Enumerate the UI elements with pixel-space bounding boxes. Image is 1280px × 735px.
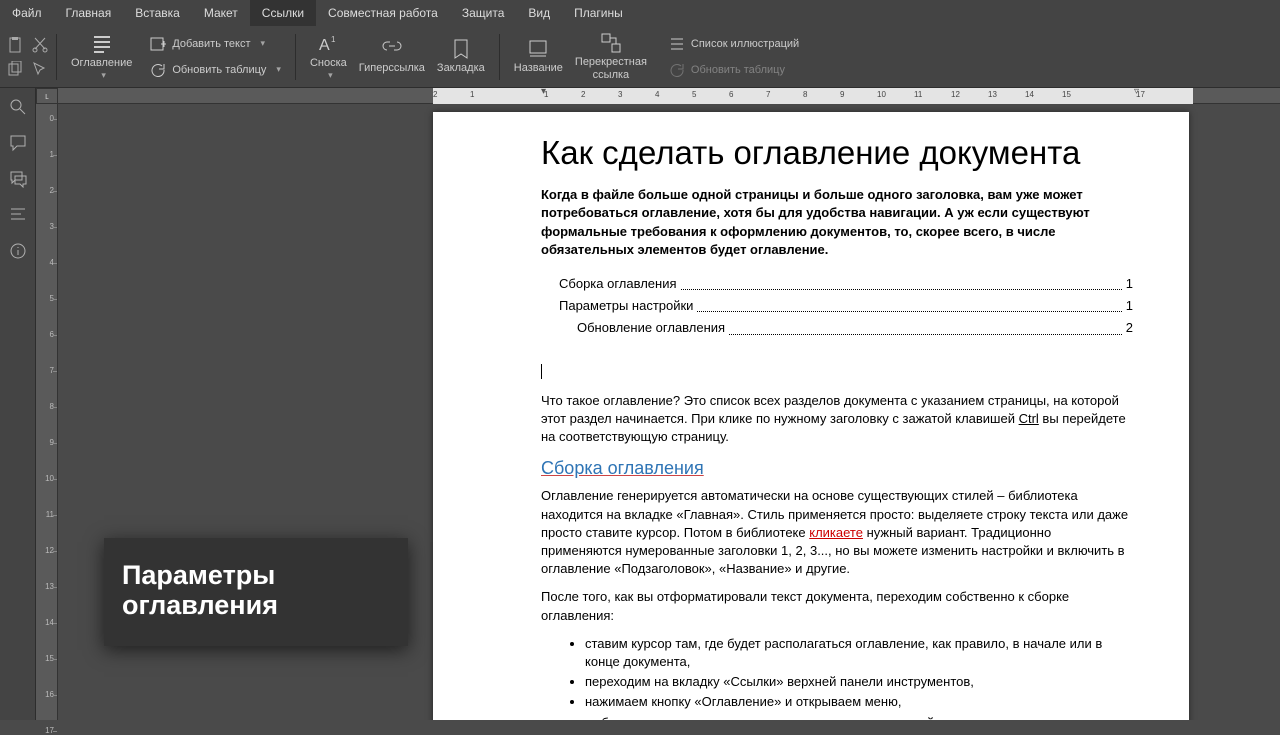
doc-title: Как сделать оглавление документа [541, 130, 1133, 176]
menu-файл[interactable]: Файл [0, 0, 54, 26]
menu-главная[interactable]: Главная [54, 0, 124, 26]
comment-icon[interactable] [9, 134, 27, 152]
menu-совместная работа[interactable]: Совместная работа [316, 0, 450, 26]
toc-entry[interactable]: Параметры настройки 1 [559, 297, 1133, 315]
menu-плагины[interactable]: Плагины [562, 0, 635, 26]
crossref-button[interactable]: Перекрестнаяссылка [569, 32, 653, 80]
list-item: выбираем один из двух вариантов макета: … [585, 714, 1133, 721]
search-icon[interactable] [9, 98, 27, 116]
toc-icon [91, 33, 113, 55]
menu-ссылки[interactable]: Ссылки [250, 0, 316, 26]
svg-text:A: A [319, 37, 330, 54]
select-cursor-icon[interactable] [32, 61, 48, 77]
paragraph: После того, как вы отформатировали текст… [541, 588, 1133, 624]
page[interactable]: Как сделать оглавление документа Когда в… [433, 112, 1189, 720]
link-icon [381, 38, 403, 60]
menu-макет[interactable]: Макет [192, 0, 250, 26]
add-text-button[interactable]: Добавить текст [144, 33, 287, 55]
copy-icon[interactable] [8, 61, 24, 77]
doc-intro: Когда в файле больше одной страницы и бо… [541, 186, 1133, 259]
heading-nav-icon[interactable] [9, 206, 27, 224]
toc-entry[interactable]: Обновление оглавления 2 [577, 319, 1133, 337]
bookmark-button[interactable]: Закладка [431, 38, 491, 74]
refresh-icon [669, 62, 685, 78]
cut-icon[interactable] [32, 37, 48, 53]
info-icon[interactable] [9, 242, 27, 260]
list-illustrations-button[interactable]: Список иллюстраций [663, 33, 805, 55]
add-text-icon [150, 36, 166, 52]
horizontal-ruler[interactable]: 2112345678910111213141517 ▾ ▿ [58, 88, 1280, 104]
heading-2: Сборка оглавления [541, 456, 1133, 481]
toc-button[interactable]: Оглавление [65, 33, 138, 81]
ruler-corner: ʟ [36, 88, 58, 104]
left-toolbar [0, 88, 36, 720]
chat-icon[interactable] [9, 170, 27, 188]
footnote-button[interactable]: A1 Сноска [304, 33, 353, 81]
hyperlink-button[interactable]: Гиперссылка [353, 38, 431, 74]
menu-вид[interactable]: Вид [516, 0, 562, 26]
update-table-button[interactable]: Обновить таблицу [144, 59, 287, 81]
vertical-ruler[interactable]: 01234567891011121314151617 [36, 104, 58, 720]
list-item: переходим на вкладку «Ссылки» верхней па… [585, 673, 1133, 691]
ribbon: Оглавление Добавить текст Обновить табли… [0, 26, 1280, 88]
toc-entry[interactable]: Сборка оглавления 1 [559, 275, 1133, 293]
refresh-icon [150, 62, 166, 78]
menubar: ФайлГлавнаяВставкаМакетСсылкиСовместная … [0, 0, 1280, 26]
update-table-disabled: Обновить таблицу [663, 59, 805, 81]
text-cursor [541, 364, 542, 379]
menu-защита[interactable]: Защита [450, 0, 517, 26]
toc-block[interactable]: Сборка оглавления 1 Параметры настройки 1… [559, 275, 1133, 338]
footnote-icon: A1 [317, 33, 339, 55]
list-item: нажимаем кнопку «Оглавление» и открываем… [585, 693, 1133, 711]
bullet-list: ставим курсор там, где будет располагать… [585, 635, 1133, 720]
list-item: ставим курсор там, где будет располагать… [585, 635, 1133, 671]
paragraph: Что такое оглавление? Это список всех ра… [541, 392, 1133, 447]
caption-icon [527, 38, 549, 60]
tooltip-overlay: Параметрыоглавления [104, 538, 408, 646]
caption-button[interactable]: Название [508, 38, 569, 74]
menu-вставка[interactable]: Вставка [123, 0, 192, 26]
bookmark-icon [450, 38, 472, 60]
svg-text:1: 1 [331, 35, 336, 44]
crossref-icon [600, 32, 622, 54]
list-icon [669, 36, 685, 52]
paste-icon[interactable] [8, 37, 24, 53]
paragraph: Оглавление генерируется автоматически на… [541, 487, 1133, 578]
